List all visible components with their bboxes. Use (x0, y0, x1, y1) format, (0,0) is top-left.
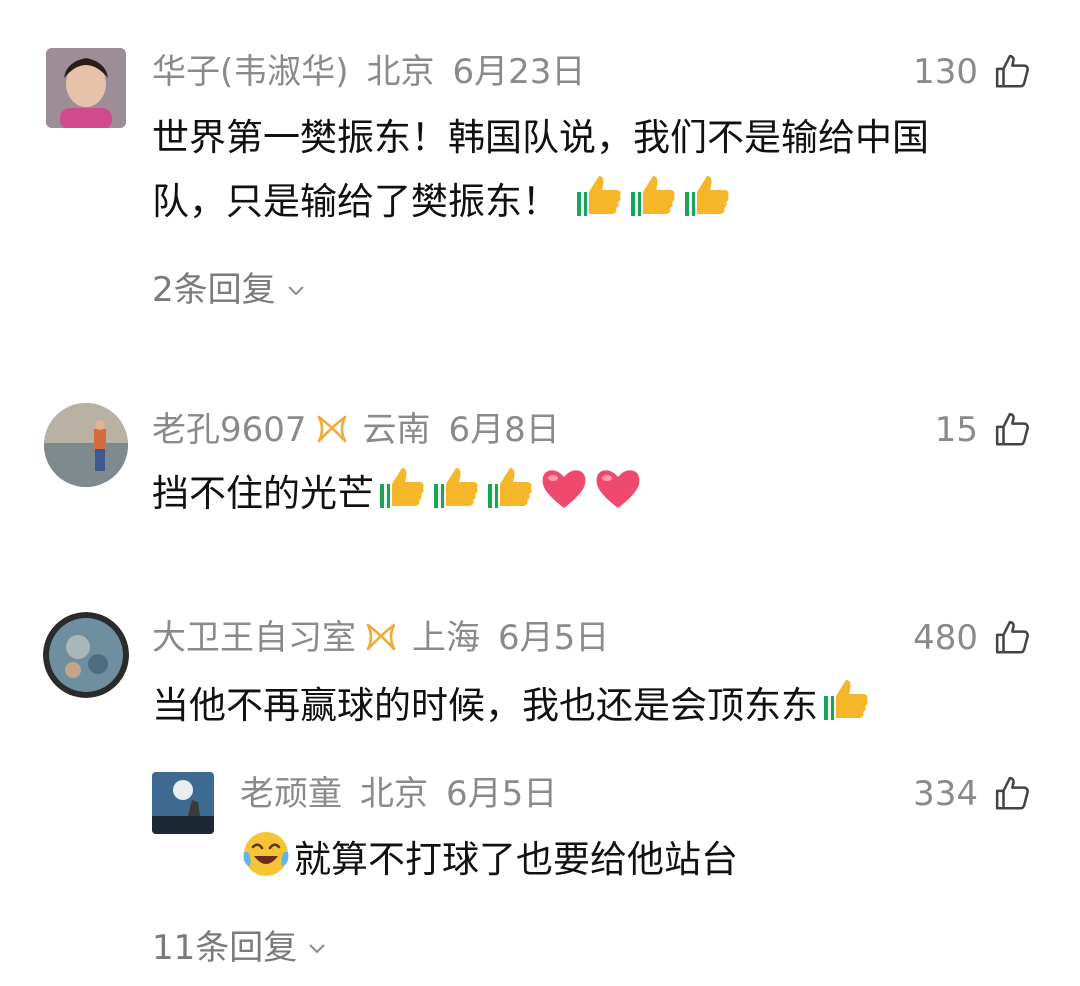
chevron-down-icon (287, 286, 304, 296)
crying-laughing-emoji (243, 832, 289, 876)
location: 北京 (366, 52, 435, 92)
avatar[interactable] (46, 48, 126, 128)
avatar-image (152, 772, 214, 834)
reply-text-body: 就算不打球了也要给他站台 (294, 838, 738, 881)
thumbs-up-emoji (630, 176, 675, 216)
thumbs-up-outline-icon (995, 620, 1029, 654)
thumbs-up-emoji (684, 176, 729, 216)
comment-text-body: 当他不再赢球的时候，我也还是会顶东东 (152, 684, 818, 727)
reply-meta: 老顽童 北京 6月5日 (240, 772, 575, 816)
thumbs-up-emoji (380, 468, 424, 508)
date: 6月23日 (452, 52, 586, 92)
username[interactable]: 老顽童 (240, 774, 342, 814)
location: 云南 (362, 410, 431, 450)
location: 北京 (360, 774, 428, 814)
comment-text-line1: 世界第一樊振东！韩国队说，我们不是输给中国 (152, 116, 929, 159)
username[interactable]: 老孔9607 (152, 410, 307, 450)
date: 6月5日 (498, 618, 610, 658)
like-button[interactable]: 480 (913, 616, 1032, 660)
expand-replies-button[interactable]: 2条回复 (152, 268, 308, 312)
like-count: 334 (913, 774, 978, 814)
username[interactable]: 华子(韦淑华) (152, 52, 349, 92)
avatar-image (46, 48, 126, 128)
comment-text-line2: 队，只是输给了樊振东！ (152, 180, 559, 223)
heart-emoji (596, 470, 640, 508)
reply-count: 11条回复 (152, 928, 298, 968)
vip-badge-icon (366, 623, 396, 651)
comment-text: 挡不住的光芒 (152, 462, 644, 526)
date: 6月5日 (446, 774, 558, 814)
thumbs-up-outline-icon (995, 54, 1029, 88)
vip-badge-icon (317, 415, 346, 443)
avatar[interactable] (43, 612, 129, 698)
reply-text: 就算不打球了也要给他站台 (240, 828, 738, 892)
username[interactable]: 大卫王自习室 (152, 618, 356, 658)
chevron-down-icon (309, 944, 325, 954)
like-button[interactable]: 130 (913, 50, 1032, 94)
avatar-image (44, 403, 128, 487)
thumbs-up-outline-icon (995, 776, 1029, 810)
date: 6月8日 (448, 410, 560, 450)
thumbs-up-emoji (576, 176, 621, 216)
reply-count: 2条回复 (152, 270, 276, 310)
avatar[interactable] (44, 403, 128, 487)
comment-meta: 华子(韦淑华) 北京 6月23日 (152, 50, 603, 94)
like-count: 15 (934, 410, 978, 450)
like-button[interactable]: 15 (935, 408, 1032, 452)
comment-text-body: 挡不住的光芒 (152, 472, 374, 515)
avatar-image (43, 612, 129, 698)
like-button[interactable]: 334 (913, 772, 1032, 816)
thumbs-up-emoji (434, 468, 478, 508)
comment-text-line2-wrap: 队，只是输给了樊振东！ (152, 170, 929, 234)
thumbs-up-outline-icon (995, 412, 1029, 446)
comment-meta: 大卫王自习室 上海 6月5日 (152, 616, 627, 660)
thumbs-up-emoji (488, 468, 532, 508)
avatar[interactable] (152, 772, 214, 834)
like-count: 130 (913, 52, 978, 92)
comment-text: 世界第一樊振东！韩国队说，我们不是输给中国 队，只是输给了樊振东！ (152, 106, 929, 234)
location: 上海 (412, 618, 480, 658)
thumbs-up-emoji (824, 680, 868, 720)
comment-text: 当他不再赢球的时候，我也还是会顶东东 (152, 674, 872, 738)
comment-meta: 老孔9607 云南 6月8日 (152, 408, 578, 452)
heart-emoji (542, 470, 586, 508)
like-count: 480 (913, 618, 978, 658)
expand-replies-button[interactable]: 11条回复 (152, 926, 329, 970)
